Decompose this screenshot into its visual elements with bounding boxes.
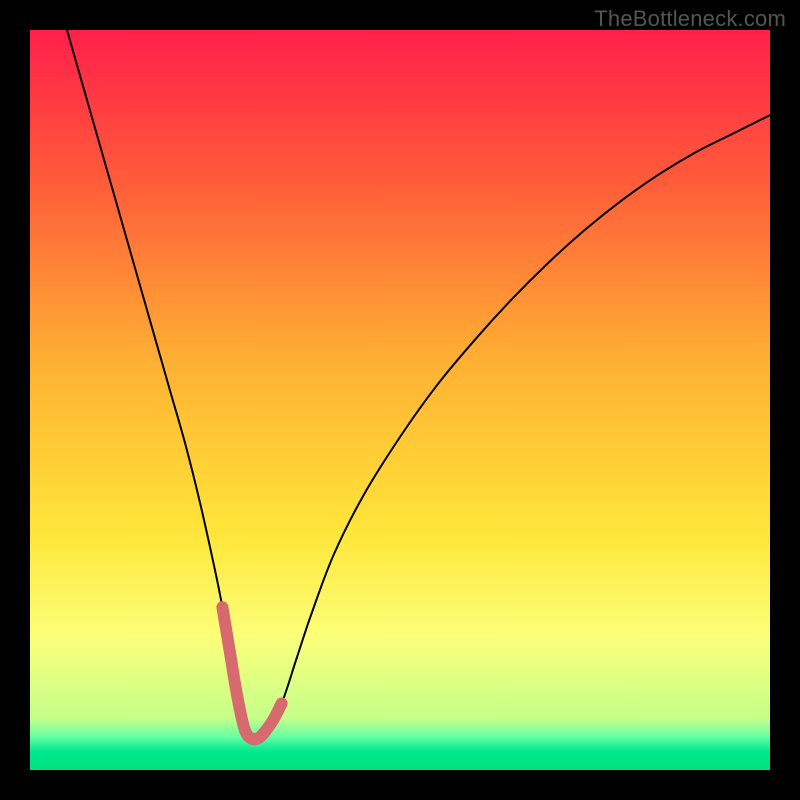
chart-canvas [0,0,800,800]
plot-background [30,30,770,770]
chart-stage: TheBottleneck.com [0,0,800,800]
watermark-text: TheBottleneck.com [594,6,786,32]
